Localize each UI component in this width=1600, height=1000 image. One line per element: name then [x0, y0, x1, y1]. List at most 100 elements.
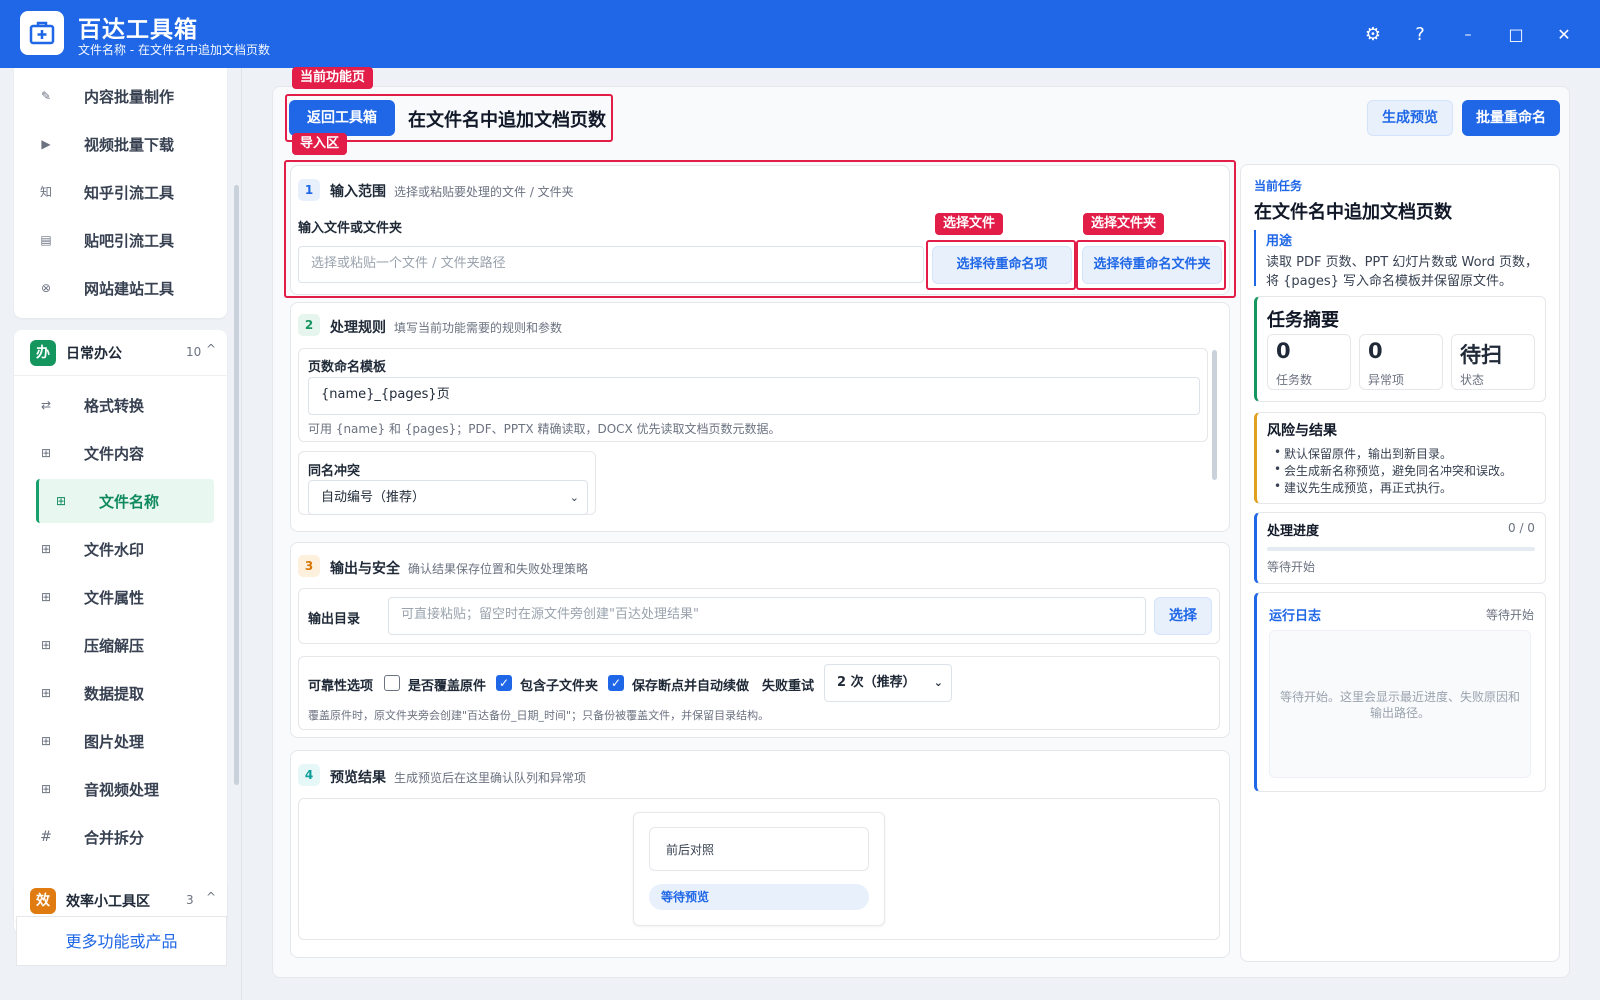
sidebar-item-label: 文件属性 [84, 589, 145, 607]
stat-label: 任务数 [1276, 373, 1313, 387]
close-icon[interactable]: ✕ [1549, 20, 1579, 50]
waiting-preview-badge: 等待预览 [649, 884, 869, 910]
sidebar-item-file-properties[interactable]: ⊞ 文件属性 [24, 575, 202, 619]
hash-icon: # [40, 829, 52, 845]
retry-label: 失败重试 [762, 679, 815, 694]
video-icon: ▶ [41, 137, 51, 151]
more-features-button[interactable]: 更多功能或产品 [16, 916, 227, 966]
input-path-field[interactable]: 选择或粘贴一个文件 / 文件夹路径 [298, 246, 924, 283]
reliability-label: 可靠性选项 [308, 679, 374, 694]
conflict-label: 同名冲突 [308, 464, 361, 479]
step3-description: 确认结果保存位置和失败处理策略 [408, 562, 589, 576]
sidebar-item-image[interactable]: ⊞ 图片处理 [24, 719, 202, 763]
sidebar-item-label: 文件名称 [99, 493, 160, 511]
choose-output-button[interactable]: 选择 [1154, 597, 1212, 635]
log-text-2: 输出路径。 [1369, 706, 1430, 720]
sidebar-item-label: 文件水印 [84, 541, 145, 559]
resume-label: 保存断点并自动续做 [632, 679, 750, 694]
sidebar-item-data-extract[interactable]: ⊞ 数据提取 [24, 671, 202, 715]
stat-value: 待扫 [1460, 343, 1502, 367]
summary-title: 任务摘要 [1267, 310, 1339, 331]
conflict-select[interactable]: 自动编号（推荐） ⌄ [308, 480, 588, 515]
pen-icon: ✎ [40, 89, 52, 103]
subfolder-checkbox[interactable]: ✓ [496, 675, 512, 691]
title-bar: 百达工具箱 文件名称 - 在文件名中追加文档页数 ⚙ ? – □ ✕ [0, 0, 1600, 68]
purpose-label: 用途 [1266, 234, 1293, 249]
sidebar: ✎ 内容批量制作 ▶ 视频批量下载 知 知乎引流工具 ▤ 贴吧引流工具 ⊗ 网站… [0, 68, 242, 1000]
retry-select-value: 2 次（推荐） [837, 675, 916, 690]
step2-number: 2 [298, 314, 320, 336]
grid-icon: ⊞ [40, 446, 52, 460]
sidebar-item-format-convert[interactable]: ⇄ 格式转换 [24, 383, 202, 427]
step2-scrollbar[interactable] [1212, 350, 1217, 480]
annotation-select-folder: 选择文件夹 [1083, 213, 1165, 235]
chevron-down-icon: ⌄ [569, 491, 579, 504]
chevron-up-icon: ^ [206, 890, 217, 904]
minimize-icon[interactable]: – [1453, 20, 1483, 50]
sidebar-item-website[interactable]: ⊗ 网站建站工具 [24, 266, 202, 310]
retry-select[interactable]: 2 次（推荐） ⌄ [824, 664, 952, 702]
step4-description: 生成预览后在这里确认队列和异常项 [394, 771, 587, 785]
template-label: 页数命名模板 [308, 360, 387, 375]
sidebar-item-file-watermark[interactable]: ⊞ 文件水印 [24, 527, 202, 571]
resume-checkbox[interactable]: ✓ [608, 675, 624, 691]
settings-icon[interactable]: ⚙ [1358, 20, 1388, 50]
app-logo-icon [20, 11, 64, 55]
sidebar-item-audio-video[interactable]: ⊞ 音视频处理 [24, 767, 202, 811]
sidebar-item-label: 压缩解压 [84, 637, 145, 655]
sidebar-item-label: 图片处理 [84, 733, 145, 751]
risk-item: 会生成新名称预览，避免同名冲突和误改。 [1274, 462, 1512, 479]
select-rename-folder-button[interactable]: 选择待重命名文件夹 [1082, 246, 1222, 284]
overwrite-label: 是否覆盖原件 [408, 679, 487, 694]
office-badge-icon: 办 [30, 340, 56, 366]
list-icon: ▤ [40, 233, 52, 247]
sidebar-item-label: 合并拆分 [84, 829, 145, 847]
overwrite-checkbox[interactable] [384, 675, 400, 691]
grid-icon: ⊞ [40, 734, 52, 748]
sidebar-scrollbar[interactable] [234, 185, 239, 785]
group-title: 效率小工具区 [66, 894, 150, 910]
progress-status: 等待开始 [1267, 560, 1316, 574]
sidebar-item-tieba[interactable]: ▤ 贴吧引流工具 [24, 218, 202, 262]
efficiency-badge-icon: 效 [30, 888, 56, 914]
template-input[interactable]: {name}_{pages}页 [308, 377, 1200, 415]
sidebar-item-label: 格式转换 [84, 397, 145, 415]
app-subtitle: 文件名称 - 在文件名中追加文档页数 [78, 43, 270, 57]
chevron-up-icon: ^ [206, 342, 217, 356]
sidebar-item-file-name[interactable]: ⊞ 文件名称 [36, 479, 214, 523]
sidebar-item-label: 贴吧引流工具 [84, 232, 175, 250]
globe-icon: ⊗ [40, 281, 52, 295]
output-directory-input[interactable]: 可直接粘贴；留空时在源文件旁创建"百达处理结果" [388, 597, 1146, 635]
step2-description: 填写当前功能需要的规则和参数 [394, 321, 563, 335]
step3-title: 输出与安全 [330, 561, 400, 577]
sidebar-item-label: 数据提取 [84, 685, 145, 703]
sidebar-item-zhihu[interactable]: 知 知乎引流工具 [24, 170, 202, 214]
sidebar-item-video-download[interactable]: ▶ 视频批量下载 [24, 122, 202, 166]
annotation-import-area: 导入区 [292, 133, 348, 155]
sidebar-item-content-batch[interactable]: ✎ 内容批量制作 [24, 74, 202, 118]
help-icon[interactable]: ? [1405, 20, 1435, 50]
stat-label: 异常项 [1368, 373, 1405, 387]
progress-title: 处理进度 [1267, 524, 1320, 539]
input-field-label: 输入文件或文件夹 [298, 221, 403, 236]
maximize-icon[interactable]: □ [1501, 20, 1531, 50]
stat-task-count: 0 任务数 [1267, 334, 1351, 390]
compare-label: 前后对照 [649, 827, 869, 871]
sidebar-item-merge-split[interactable]: # 合并拆分 [24, 815, 202, 859]
stat-value: 0 [1368, 339, 1383, 363]
batch-rename-button[interactable]: 批量重命名 [1462, 100, 1560, 136]
back-to-toolbox-button[interactable]: 返回工具箱 [289, 100, 395, 136]
sidebar-group-header-office[interactable]: 办 日常办公 10 ^ [14, 330, 227, 376]
progress-track [1267, 547, 1535, 551]
grid-icon: ⊞ [40, 590, 52, 604]
sidebar-item-compress[interactable]: ⊞ 压缩解压 [24, 623, 202, 667]
step1-number: 1 [298, 179, 320, 201]
output-label: 输出目录 [308, 612, 361, 627]
select-rename-items-button[interactable]: 选择待重命名项 [932, 246, 1072, 284]
step4-number: 4 [298, 764, 320, 786]
stat-label: 状态 [1460, 373, 1485, 387]
generate-preview-button[interactable]: 生成预览 [1367, 100, 1453, 136]
step2-title: 处理规则 [330, 320, 386, 336]
app-title: 百达工具箱 [78, 17, 198, 43]
sidebar-item-file-content[interactable]: ⊞ 文件内容 [24, 431, 202, 475]
